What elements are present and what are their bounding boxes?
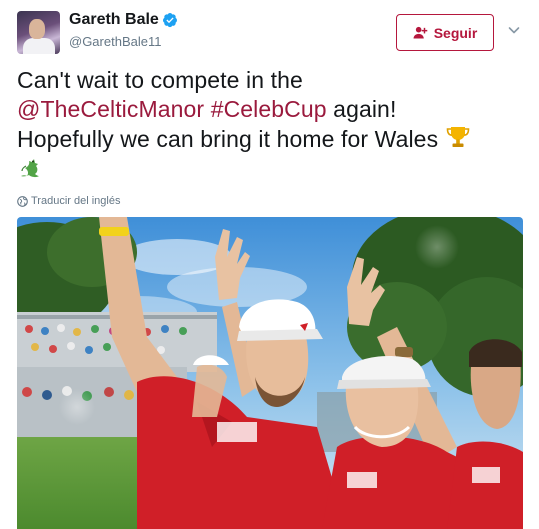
globe-icon [17,195,28,207]
author-handle[interactable]: @GarethBale11 [69,34,161,49]
verified-badge-icon [163,13,177,28]
dragon-emoji [21,159,39,178]
avatar[interactable] [17,11,60,54]
hashtag-link[interactable]: #CelebCup [211,96,327,122]
tweet-text: Can't wait to compete in the @TheCelticM… [17,66,527,184]
follow-label: Seguir [433,24,478,41]
mention-link[interactable]: @TheCelticManor [17,96,204,122]
translate-link[interactable]: Traducir del inglés [17,195,120,207]
add-user-icon [413,26,427,39]
tweet-line-2-rest: again! [333,96,397,122]
translate-label: Traducir del inglés [31,195,121,207]
tweet-line-3: Hopefully we can bring it home for Wales [17,126,439,152]
chevron-down-icon[interactable] [508,24,520,36]
tweet-photo[interactable] [17,217,523,529]
tweet-line-1: Can't wait to compete in the [17,67,303,93]
author-name[interactable]: Gareth Bale [69,11,159,29]
golfers-celebrating-photo [17,217,523,529]
tweet-card: Gareth Bale @GarethBale11 Seguir Can't w… [0,0,539,529]
follow-button[interactable]: Seguir [396,14,494,51]
trophy-emoji [446,127,469,147]
